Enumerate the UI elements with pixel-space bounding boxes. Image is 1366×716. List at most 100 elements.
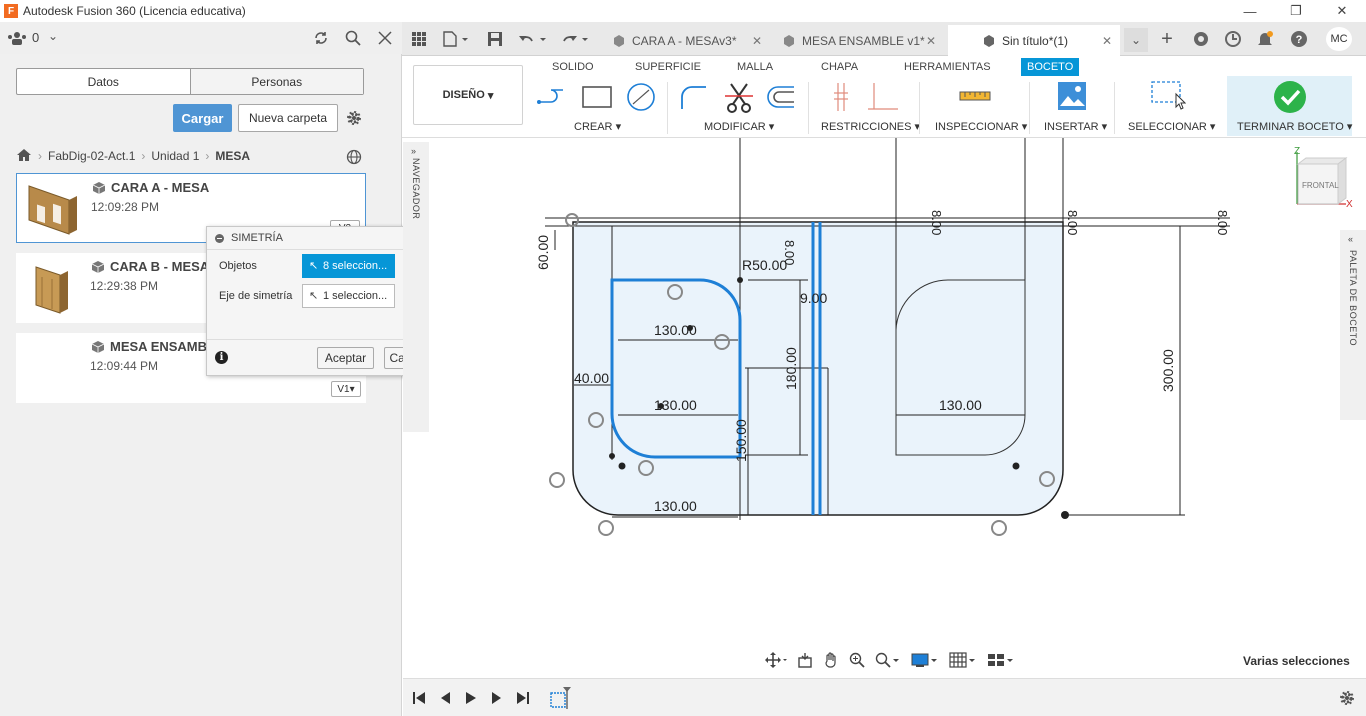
next-frame-icon[interactable] [491,691,503,705]
group-modificar[interactable]: MODIFICAR ▾ [704,120,774,133]
undo-icon[interactable] [516,29,550,49]
breadcrumb-folder[interactable]: Unidad 1 [151,149,199,163]
look-at-icon[interactable] [794,652,816,671]
refresh-icon[interactable] [310,28,332,48]
chevron-down-icon[interactable]: ⌄ [48,29,58,43]
breadcrumb: › FabDig-02-Act.1 › Unidad 1 › MESA [16,146,250,166]
file-menu-icon[interactable] [440,29,470,49]
display-settings-icon[interactable] [908,652,942,671]
save-icon[interactable] [484,29,506,49]
finish-sketch-label: TERMINAR BOCETO ▾ [1237,121,1353,133]
component-icon [92,181,106,194]
checkmark-icon [1274,81,1306,113]
navigator-panel-collapsed[interactable]: » NAVEGADOR [403,142,429,432]
tab-boceto[interactable]: BOCETO [1021,58,1080,76]
line-icon[interactable] [536,82,570,112]
document-tab-active[interactable]: Sin título*(1) ✕ [948,25,1120,56]
coincident-constraint-icon[interactable] [827,80,857,114]
globe-icon[interactable] [344,147,364,167]
document-tabs-bar: CARA A - MESAv3* ✕ MESA ENSAMBLE v1* ✕ Sin… [402,22,1366,56]
version-badge[interactable]: V1 ▾ [331,381,361,397]
axis-x-label: X [1346,199,1353,210]
play-icon[interactable] [465,691,477,705]
new-folder-button[interactable]: Nueva carpeta [238,104,338,132]
orbit-icon[interactable] [762,651,790,671]
group-restricciones[interactable]: RESTRICCIONES ▾ [821,120,920,133]
timeline-bar [403,678,1366,716]
viewports-icon[interactable] [984,652,1018,671]
close-tab-icon: ✕ [1101,33,1112,48]
redo-icon[interactable] [558,29,592,49]
search-icon[interactable] [342,28,364,48]
group-inspeccionar[interactable]: INSPECCIONAR ▾ [935,120,1027,133]
new-tab-icon[interactable]: + [1156,28,1178,50]
svg-text:130.00: 130.00 [654,498,697,514]
close-window-button[interactable]: ✕ [1319,0,1365,22]
circle-icon[interactable] [624,82,658,112]
tab-solido[interactable]: SOLIDO [552,58,594,76]
timeline-controls [413,691,529,705]
tab-herramientas[interactable]: HERRAMIENTAS [904,58,991,76]
navigation-toolbar [762,648,1013,674]
tab-superficie[interactable]: SUPERFICIE [635,58,701,76]
tab-datos[interactable]: Datos [17,69,190,94]
zoom-icon[interactable] [846,652,868,671]
last-frame-icon[interactable] [517,691,529,705]
first-frame-icon[interactable] [413,691,425,705]
select-window-icon[interactable] [1150,78,1186,110]
tab-malla[interactable]: MALLA [737,58,773,76]
fillet-icon[interactable] [677,82,711,112]
extensions-icon[interactable] [1190,29,1212,49]
grid-settings-icon[interactable] [946,651,980,671]
objects-selection[interactable]: ↖ 8 seleccion... [302,254,395,278]
app-grid-icon[interactable] [408,29,430,49]
measure-icon[interactable] [958,84,992,108]
insert-image-icon[interactable] [1056,80,1088,112]
zoom-window-icon[interactable] [872,652,904,671]
minimize-button[interactable]: — [1227,0,1273,22]
finish-sketch-button[interactable]: TERMINAR BOCETO ▾ [1227,76,1352,136]
info-icon[interactable]: i [215,351,228,364]
group-seleccionar[interactable]: SELECCIONAR ▾ [1128,120,1215,133]
timeline-settings-gear-icon[interactable] [1338,689,1356,710]
upload-button[interactable]: Cargar [173,104,232,132]
file-time: 12:29:38 PM [90,279,159,293]
close-tab-icon: ✕ [751,33,762,48]
file-time: 12:09:44 PM [90,359,159,373]
sketch-canvas[interactable]: R50.00 9.00 60.00 130.00 130.00 130.00 1… [403,138,1366,678]
pan-hand-icon[interactable] [820,651,842,671]
sketch-palette-collapsed[interactable]: « PALETA DE BOCETO [1340,230,1366,420]
collapse-icon[interactable] [215,233,224,243]
close-icon[interactable] [374,28,396,48]
job-status-icon[interactable] [1222,29,1244,49]
help-icon[interactable]: ? [1288,29,1310,49]
group-crear[interactable]: CREAR ▾ [574,120,621,133]
offset-icon[interactable] [764,82,798,112]
document-tab[interactable]: CARA A - MESAv3* ✕ [600,25,770,56]
workspace-switcher[interactable]: DISEÑO ▾ [413,65,523,125]
rectangle-icon[interactable] [580,82,614,112]
ok-button[interactable]: Aceptar [317,347,374,369]
team-count: 0 [32,30,40,45]
breadcrumb-project[interactable]: FabDig-02-Act.1 [48,149,135,163]
avatar[interactable]: MC [1326,27,1352,51]
notifications-icon[interactable] [1254,29,1276,49]
tab-personas[interactable]: Personas [189,69,363,94]
previous-frame-icon[interactable] [439,691,451,705]
tab-chapa[interactable]: CHAPA [821,58,858,76]
gear-icon[interactable] [344,108,364,128]
timeline-sketch-icon[interactable] [549,687,573,714]
perpendicular-constraint-icon[interactable] [864,80,900,114]
document-tab[interactable]: MESA ENSAMBLE v1* ✕ [774,25,944,56]
group-insertar[interactable]: INSERTAR ▾ [1044,120,1107,133]
restore-button[interactable]: ❐ [1273,0,1319,22]
trim-icon[interactable] [722,82,756,114]
svg-text:130.00: 130.00 [939,397,982,413]
home-icon[interactable] [16,148,32,165]
view-cube[interactable]: FRONTAL Z X [1288,146,1354,212]
team-icon[interactable] [6,28,28,48]
svg-text:130.00: 130.00 [654,397,697,413]
svg-text:8.00: 8.00 [1065,210,1080,235]
axis-selection[interactable]: ↖ 1 seleccion... [302,284,395,308]
tab-overflow-chevron-icon[interactable]: ⌄ [1124,28,1148,52]
